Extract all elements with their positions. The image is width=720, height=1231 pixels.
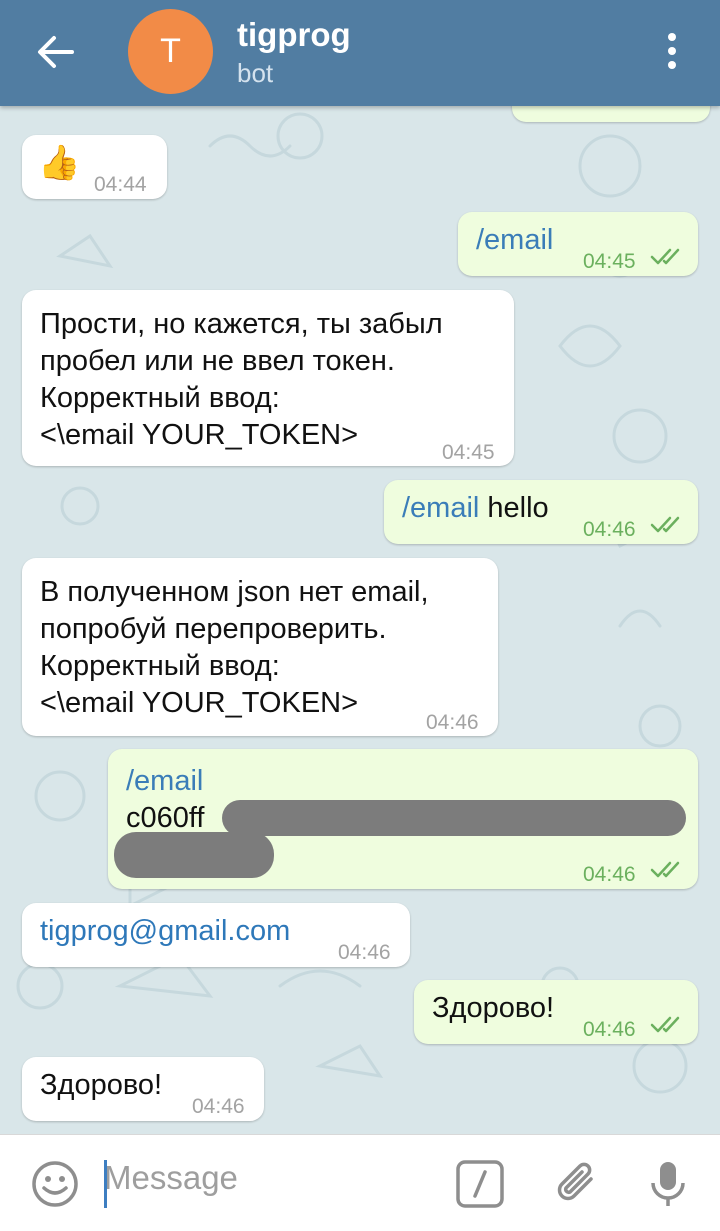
message-bubble-incoming: Здорово! 04:46 [22, 1057, 264, 1121]
message-line: Корректный ввод: [40, 650, 280, 682]
message-line: <\email YOUR_TOKEN> [40, 419, 359, 451]
message-bubble-outgoing: /email hello 04:46 [384, 480, 698, 544]
message-time: 04:44 [94, 173, 147, 196]
double-check-icon [650, 1016, 680, 1033]
message-text-tail: hello [479, 492, 549, 524]
message-time: 04:46 [583, 863, 636, 886]
double-check-icon [650, 248, 680, 265]
message-line: Прости, но кажется, ты забыл [40, 308, 443, 340]
bot-command-link[interactable]: /email [402, 492, 479, 524]
bot-command-link[interactable]: /email [476, 222, 553, 259]
message-text: /email hello [402, 490, 549, 527]
avatar[interactable]: T [128, 9, 213, 94]
message-time: 04:46 [192, 1095, 245, 1118]
message-line: попробуй перепроверить. [40, 613, 387, 645]
message-bubble-incoming: 👍 04:44 [22, 135, 167, 199]
back-button[interactable] [32, 30, 80, 74]
message-bubble-incoming: В полученном json нет email, попробуй пе… [22, 558, 498, 736]
text-cursor [104, 1160, 107, 1208]
thumbs-up-emoji: 👍 [38, 144, 81, 182]
bot-command-icon[interactable] [455, 1159, 505, 1209]
message-line: Корректный ввод: [40, 382, 280, 414]
message-composer: Message [0, 1134, 720, 1231]
message-time: 04:46 [583, 1018, 636, 1041]
more-vertical-icon [660, 33, 684, 69]
message-line: пробел или не ввел токен. [40, 345, 395, 377]
message-line: В полученном json нет email, [40, 576, 429, 608]
message-text: Здорово! [432, 992, 555, 1024]
attach-icon[interactable] [553, 1159, 603, 1209]
message-text: /email c060ff [126, 763, 204, 837]
double-check-icon [650, 516, 680, 533]
message-line: <\email YOUR_TOKEN> [40, 687, 359, 719]
double-check-icon [650, 861, 680, 878]
chat-title[interactable]: tigprog [237, 16, 351, 54]
more-options-button[interactable] [660, 30, 684, 76]
microphone-icon[interactable] [643, 1159, 693, 1209]
message-time: 04:46 [583, 518, 636, 541]
bot-command-link[interactable]: /email [126, 763, 204, 800]
message-time: 04:45 [583, 250, 636, 273]
back-arrow-icon [38, 36, 74, 68]
message-time: 04:46 [338, 941, 391, 964]
email-link[interactable]: tigprog@gmail.com [40, 913, 290, 950]
message-time: 04:45 [442, 441, 495, 464]
emoji-icon[interactable] [30, 1159, 80, 1209]
redaction-scribble [114, 832, 274, 878]
message-input[interactable]: Message [104, 1159, 238, 1197]
message-bubble-incoming: tigprog@gmail.com 04:46 [22, 903, 410, 967]
redaction-scribble [222, 800, 686, 836]
message-bubble-outgoing: Здорово! 04:46 [414, 980, 698, 1044]
chat-subtitle: bot [237, 58, 274, 88]
message-text: Прости, но кажется, ты забыл пробел или … [40, 306, 443, 454]
message-text: В полученном json нет email, попробуй пе… [40, 574, 429, 722]
message-bubble-incoming: Прости, но кажется, ты забыл пробел или … [22, 290, 514, 466]
avatar-letter: T [160, 32, 181, 70]
message-bubble-outgoing: /email 04:45 [458, 212, 698, 276]
message-time: 04:46 [426, 711, 479, 734]
chat-header: T tigprog bot [0, 0, 720, 106]
message-text: Здорово! [40, 1069, 163, 1101]
